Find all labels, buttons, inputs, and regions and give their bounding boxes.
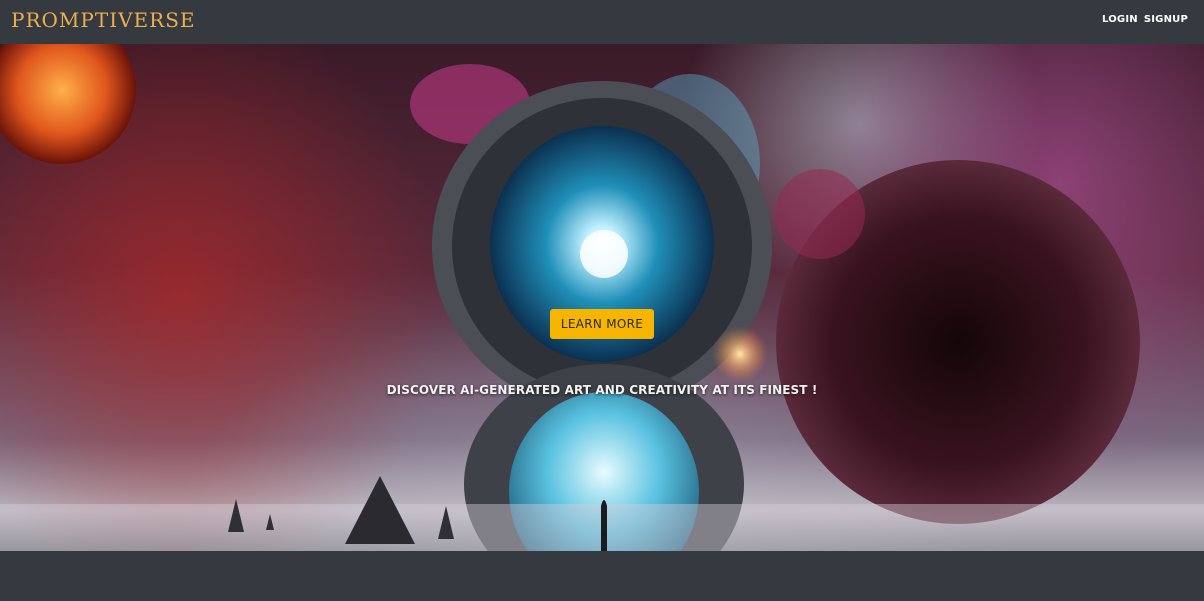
brand-logo[interactable]: PROMPTIVERSE (11, 8, 196, 32)
learn-more-button[interactable]: LEARN MORE (549, 309, 655, 339)
signup-link[interactable]: SIGNUP (1144, 14, 1188, 25)
login-link[interactable]: LOGIN (1102, 14, 1138, 25)
hero-tagline: DISCOVER AI-GENERATED ART AND CREATIVITY… (386, 383, 818, 397)
top-navbar: PROMPTIVERSE LOGIN SIGNUP (0, 0, 1204, 44)
hero-section: LEARN MORE DISCOVER AI-GENERATED ART AND… (0, 44, 1204, 551)
nav-links: LOGIN SIGNUP (1102, 14, 1188, 25)
planet-decoration (0, 44, 136, 164)
hero-background-art (0, 44, 1204, 551)
standing-figure (601, 500, 607, 551)
nebula-cloud-red (775, 169, 865, 259)
